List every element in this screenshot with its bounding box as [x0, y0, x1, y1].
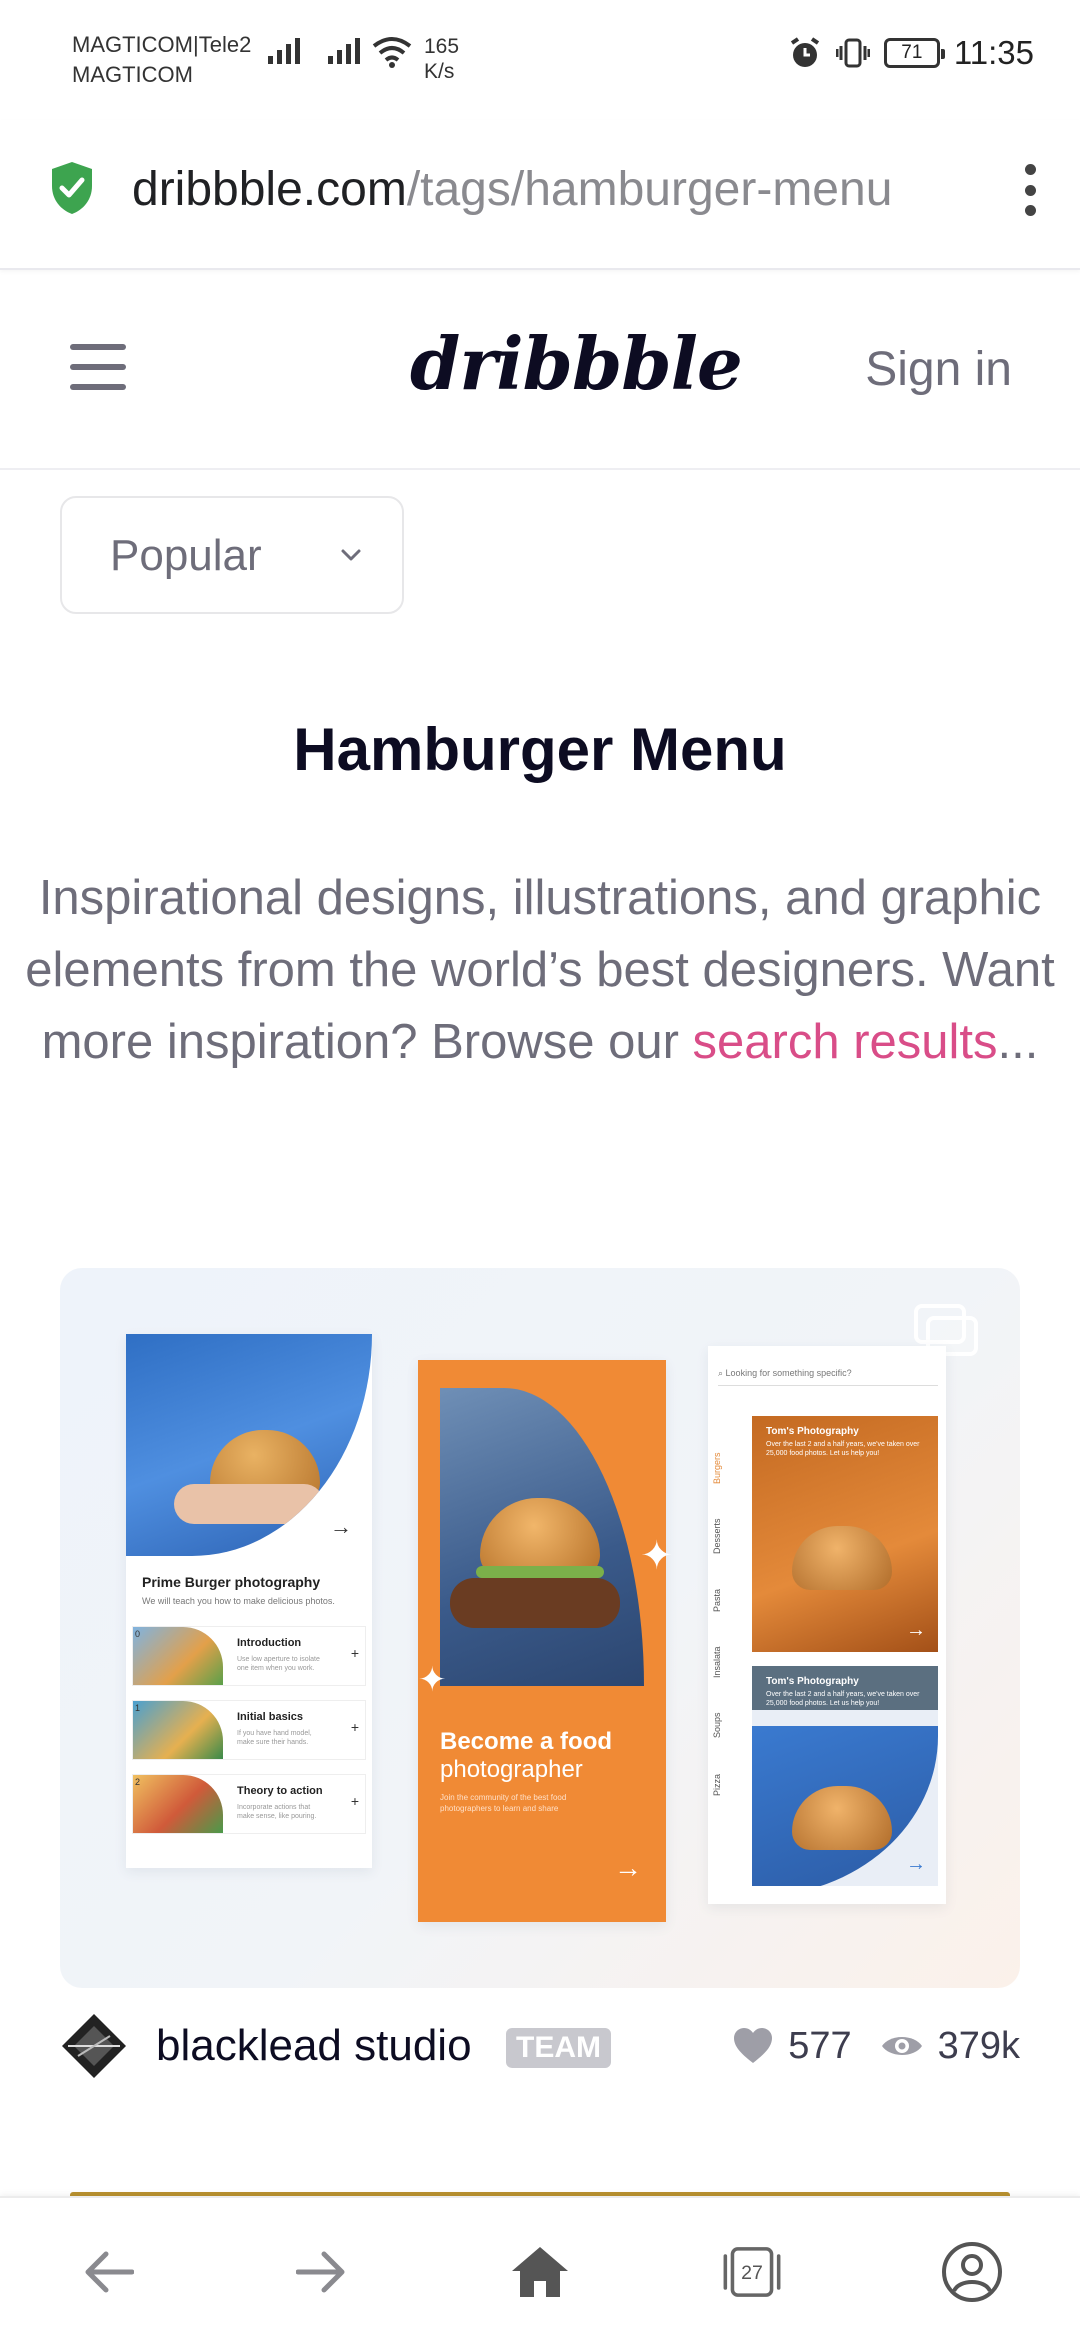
status-bar: MAGTICOM|Tele2 MAGTICOM 165 K/s 71 11:35: [0, 0, 1080, 120]
site-header: dribbble Sign in: [0, 270, 1080, 470]
speed-unit: K/s: [424, 60, 455, 83]
hamburger-menu-icon[interactable]: [70, 344, 126, 390]
photography-card: Tom's Photography Over the last 2 and a …: [752, 1666, 938, 1886]
burger-photo: [440, 1388, 644, 1686]
dribbble-logo[interactable]: dribbble: [410, 314, 743, 414]
search-results-link[interactable]: search results: [693, 1015, 998, 1069]
arrow-right-icon: →: [906, 1619, 926, 1641]
url-path: /tags/hamburger-menu: [406, 163, 893, 216]
wifi-icon: [372, 37, 412, 68]
secure-shield-icon[interactable]: [48, 160, 96, 216]
mockup-search-text: Looking for something specific?: [725, 1368, 852, 1378]
status-right: 71 11:35: [788, 34, 1034, 72]
lesson-num: 2: [135, 1777, 141, 1787]
card-text: Over the last 2 and a half years, we've …: [766, 1691, 920, 1707]
mockup-panel-lessons: → Prime Burger photography We will teach…: [126, 1334, 372, 1868]
carrier-2: MAGTICOM: [72, 62, 193, 87]
shot-meta: blacklead studio TEAM 577 379k: [60, 2006, 1020, 2086]
speed-value: 165: [424, 35, 460, 58]
sparkle-icon: ✦: [640, 1534, 674, 1578]
shot-stats: 577 379k: [732, 2016, 1020, 2076]
arrow-right-icon: →: [330, 1514, 352, 1539]
lesson-title: Introduction: [237, 1637, 302, 1649]
mockup-panel-become-photographer: ✦ ✦ Become a food photographer Join the …: [418, 1360, 674, 1922]
lesson-desc: Incorporate actions that make sense, lik…: [237, 1804, 317, 1820]
carrier-names: MAGTICOM|Tele2 MAGTICOM: [72, 30, 251, 90]
card-title: Tom's Photography: [766, 1676, 859, 1687]
heart-icon[interactable]: [732, 2027, 774, 2065]
category-item: Burgers: [712, 1452, 722, 1484]
eye-icon: [881, 2037, 922, 2055]
promo-heading: Become a food: [440, 1728, 613, 1755]
browser-bottom-nav: 27: [0, 2196, 1080, 2340]
clock: 11:35: [953, 34, 1034, 71]
back-icon[interactable]: [76, 2240, 140, 2304]
browser-page: MAGTICOM|Tele2 MAGTICOM 165 K/s 71 11:35…: [0, 0, 1080, 2340]
sort-dropdown-value: Popular: [110, 531, 262, 580]
category-item: Insalata: [712, 1646, 722, 1678]
description-ellipsis: ...: [997, 1015, 1039, 1069]
lesson-row: 0 Introduction Use low aperture to isola…: [132, 1626, 366, 1686]
url-field[interactable]: dribbble.com/tags/hamburger-menu: [132, 158, 962, 222]
category-item: Desserts: [712, 1518, 722, 1554]
page-title: Hamburger Menu: [293, 716, 787, 783]
views-count: 379k: [937, 2025, 1020, 2067]
avatar[interactable]: [60, 2012, 128, 2080]
mockup-title: Prime Burger photography: [142, 1574, 321, 1590]
category-item: Soups: [712, 1712, 722, 1738]
signal-icon: [328, 38, 360, 64]
lesson-row: 1 Initial basics If you have hand model,…: [132, 1700, 366, 1760]
battery-icon: 71: [883, 38, 945, 68]
mockup-panel-categories: ⌕ Looking for something specific? Burger…: [708, 1346, 946, 1904]
plus-icon: +: [350, 1645, 359, 1661]
page-description: Inspirational designs, illustrations, an…: [20, 862, 1060, 1078]
likes-count: 577: [788, 2025, 852, 2067]
vibrate-icon: [835, 38, 870, 68]
sort-dropdown[interactable]: Popular: [60, 496, 404, 614]
arrow-right-icon: →: [906, 1853, 926, 1875]
alarm-icon: [790, 37, 819, 67]
mockup-search: ⌕ Looking for something specific?: [718, 1368, 938, 1386]
lesson-desc: Use low aperture to isolate one item whe…: [237, 1656, 320, 1672]
plus-icon: +: [350, 1719, 359, 1735]
mockup-subtitle: We will teach you how to make delicious …: [142, 1596, 335, 1606]
carrier-1: MAGTICOM|Tele2: [72, 32, 252, 57]
team-badge[interactable]: TEAM: [506, 2028, 611, 2068]
network-speed: 165 K/s: [424, 34, 459, 84]
photography-card: Tom's Photography Over the last 2 and a …: [752, 1416, 938, 1652]
lesson-num: 0: [135, 1629, 141, 1639]
sparkle-icon: ✦: [418, 1661, 447, 1699]
category-item: Pasta: [712, 1588, 722, 1612]
lesson-row: 2 Theory to action Incorporate actions t…: [132, 1774, 366, 1834]
forward-icon[interactable]: [290, 2240, 354, 2304]
browser-url-bar: dribbble.com/tags/hamburger-menu: [0, 120, 1080, 270]
shot-thumbnail[interactable]: → Prime Burger photography We will teach…: [60, 1268, 1020, 1988]
lesson-title: Initial basics: [237, 1711, 304, 1723]
plus-icon: +: [350, 1793, 359, 1809]
tabs-icon[interactable]: 27: [720, 2240, 784, 2304]
lesson-title: Theory to action: [237, 1785, 323, 1797]
promo-text: Join the community of the best food phot…: [440, 1793, 567, 1813]
chevron-down-icon: [341, 549, 361, 561]
signal-icon: [268, 38, 300, 64]
account-icon[interactable]: [940, 2240, 1004, 2304]
home-icon[interactable]: [508, 2240, 572, 2304]
category-list: Burgers Desserts Pasta Insalata Soups Pi…: [712, 1416, 736, 1796]
card-text: Over the last 2 and a half years, we've …: [766, 1441, 920, 1457]
battery-level: 71: [901, 42, 923, 63]
promo-heading-2: photographer: [440, 1756, 583, 1783]
lesson-num: 1: [135, 1703, 141, 1713]
url-domain: dribbble.com: [132, 163, 407, 216]
author-name[interactable]: blacklead studio: [156, 2016, 472, 2076]
tabs-count: 27: [741, 2262, 763, 2284]
card-title: Tom's Photography: [766, 1426, 859, 1437]
more-options-icon[interactable]: [1018, 158, 1042, 222]
arrow-right-icon: →: [614, 1852, 642, 1883]
sign-in-link[interactable]: Sign in: [865, 338, 1012, 402]
lesson-desc: If you have hand model, make sure their …: [237, 1730, 312, 1746]
category-item: Pizza: [712, 1773, 722, 1796]
